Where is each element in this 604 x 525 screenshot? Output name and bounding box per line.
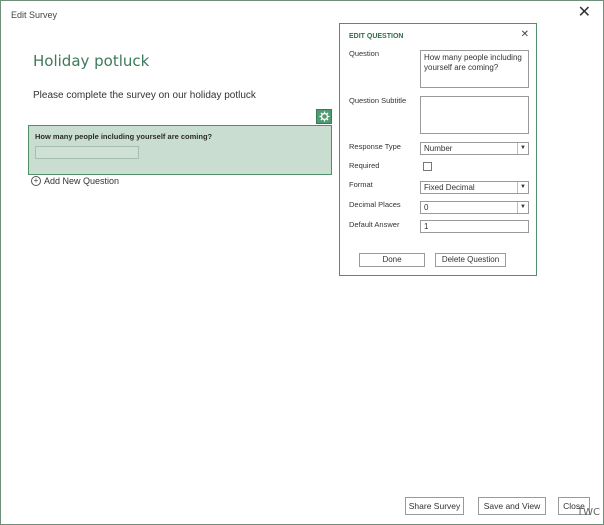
chevron-down-icon: ▼ (517, 202, 528, 213)
edit-survey-window: Edit Survey ✕ Holiday potluck Please com… (0, 0, 604, 525)
save-and-view-button[interactable]: Save and View (478, 497, 546, 515)
default-answer-label: Default Answer (349, 220, 400, 229)
chevron-down-icon: ▼ (517, 182, 528, 193)
delete-question-button[interactable]: Delete Question (435, 253, 506, 267)
question-label: Question (349, 49, 380, 58)
required-label: Required (349, 161, 380, 170)
survey-description[interactable]: Please complete the survey on our holida… (33, 90, 256, 101)
gear-icon (319, 111, 330, 122)
question-answer-field[interactable] (35, 146, 139, 159)
question-subtitle-textarea[interactable] (420, 96, 529, 134)
question-subtitle-label: Question Subtitle (349, 96, 407, 105)
format-select[interactable]: Fixed Decimal ▼ (420, 181, 529, 194)
close-icon[interactable]: ✕ (521, 29, 529, 40)
response-type-value: Number (424, 144, 453, 153)
watermark: TWC (577, 507, 600, 518)
question-textarea[interactable]: How many people including yourself are c… (420, 50, 529, 88)
decimal-places-label: Decimal Places (349, 200, 401, 209)
format-value: Fixed Decimal (424, 183, 475, 192)
response-type-select[interactable]: Number ▼ (420, 142, 529, 155)
plus-circle-icon: + (31, 176, 41, 186)
window-title: Edit Survey (11, 10, 58, 20)
question-settings-button[interactable] (316, 109, 332, 124)
chevron-down-icon: ▼ (517, 143, 528, 154)
response-type-label: Response Type (349, 142, 401, 151)
done-button[interactable]: Done (359, 253, 425, 267)
decimal-places-select[interactable]: 0 ▼ (420, 201, 529, 214)
panel-title: EDIT QUESTION (349, 33, 404, 40)
question-card[interactable]: How many people including yourself are c… (28, 125, 332, 175)
add-new-question-button[interactable]: + Add New Question (31, 176, 119, 186)
format-label: Format (349, 180, 373, 189)
share-survey-button[interactable]: Share Survey (405, 497, 464, 515)
close-icon[interactable]: ✕ (578, 5, 591, 21)
question-card-text: How many people including yourself are c… (35, 132, 213, 141)
add-new-question-label: Add New Question (44, 176, 120, 186)
edit-question-panel: EDIT QUESTION ✕ Question How many people… (339, 23, 537, 276)
decimal-places-value: 0 (424, 203, 429, 212)
required-checkbox[interactable] (423, 162, 432, 171)
default-answer-input[interactable]: 1 (420, 220, 529, 233)
survey-title[interactable]: Holiday potluck (33, 52, 149, 70)
